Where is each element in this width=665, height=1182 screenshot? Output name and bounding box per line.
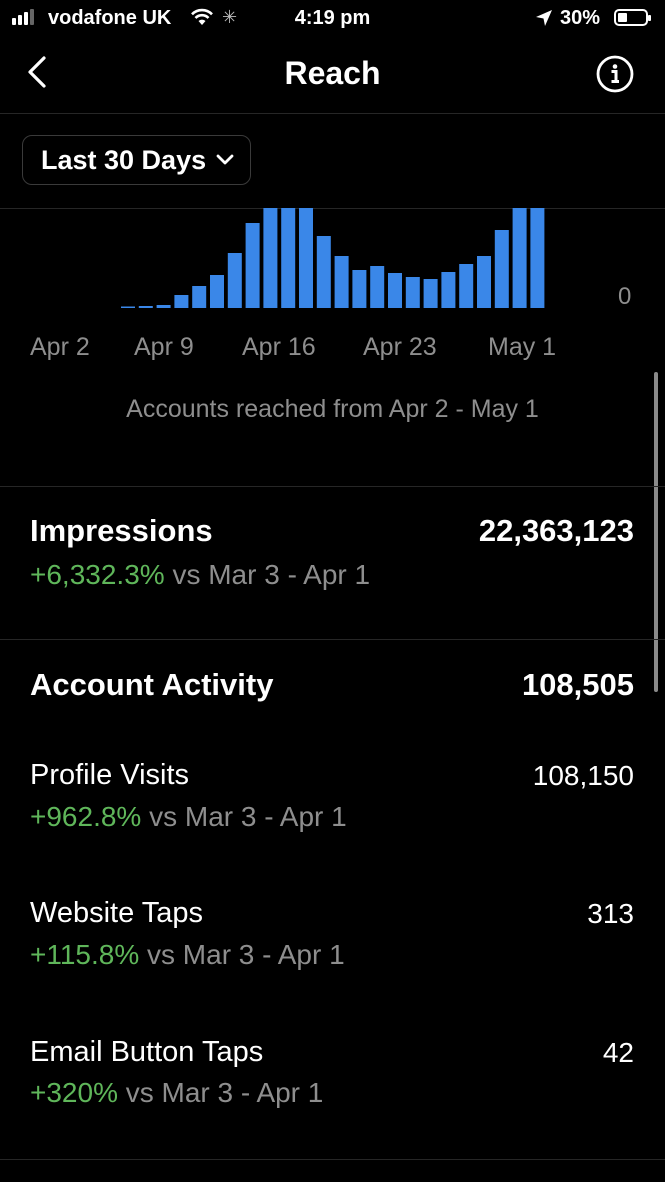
impressions-change: +6,332.3% vs Mar 3 - Apr 1 xyxy=(30,559,370,591)
filter-bar: Last 30 Days xyxy=(0,114,665,209)
section-divider xyxy=(0,639,665,640)
x-tick-label: Apr 23 xyxy=(363,333,437,361)
chart-bar xyxy=(121,306,135,308)
chart-bar xyxy=(477,256,491,308)
scrollbar[interactable] xyxy=(654,372,658,692)
chart-bar xyxy=(138,306,153,308)
location-arrow-icon xyxy=(536,10,552,26)
chart-bar xyxy=(334,256,349,308)
impressions-change-pct: +6,332.3% xyxy=(30,559,165,590)
date-range-label: Last 30 Days xyxy=(41,144,207,175)
info-icon[interactable] xyxy=(595,54,635,94)
chart-bar xyxy=(227,253,242,308)
change-pct: +320% xyxy=(30,1077,118,1108)
chart-bar xyxy=(210,275,224,308)
chart-bar xyxy=(156,305,171,308)
chart-bar xyxy=(459,264,474,308)
change-pct: +115.8% xyxy=(30,939,140,970)
chart-bar xyxy=(316,236,331,308)
website-taps-label: Website Taps xyxy=(30,897,204,929)
x-tick-label: Apr 9 xyxy=(134,333,194,361)
chart-bar xyxy=(352,270,367,308)
change-compare: vs Mar 3 - Apr 1 xyxy=(117,1077,324,1108)
account-activity-value: 108,505 xyxy=(521,667,634,702)
chart-bar xyxy=(423,279,438,308)
email-button-taps-label: Email Button Taps xyxy=(30,1036,264,1068)
battery-icon xyxy=(614,9,651,26)
chart-bar xyxy=(530,208,545,308)
section-divider xyxy=(0,486,665,487)
impressions-value: 22,363,123 xyxy=(478,513,634,548)
chart-bar xyxy=(245,223,260,308)
chart-bar xyxy=(388,273,402,308)
change-compare: vs Mar 3 - Apr 1 xyxy=(141,801,347,832)
email-button-taps-change: +320% vs Mar 3 - Apr 1 xyxy=(30,1077,323,1109)
chart-bar xyxy=(174,295,189,308)
chart-bar xyxy=(405,277,420,308)
chart-bar xyxy=(512,208,527,308)
chart-bar xyxy=(299,208,313,308)
reach-bar-chart xyxy=(121,208,545,308)
website-taps-value: 313 xyxy=(587,898,634,929)
x-tick-label: May 1 xyxy=(488,333,557,361)
chart-bar xyxy=(192,286,207,308)
section-divider xyxy=(0,1159,665,1160)
date-range-dropdown[interactable]: Last 30 Days xyxy=(22,135,252,185)
battery-percent: 30% xyxy=(560,7,601,29)
chart-bar xyxy=(441,272,456,308)
page-title: Reach xyxy=(284,55,381,91)
website-taps-change: +115.8% vs Mar 3 - Apr 1 xyxy=(30,939,345,971)
status-bar: vodafone UK ✳ 4:19 pm 30% xyxy=(0,0,665,38)
chart-bar xyxy=(370,266,385,308)
chart-bar xyxy=(263,208,278,308)
chart-bar xyxy=(281,208,296,308)
email-button-taps-value: 42 xyxy=(602,1037,634,1068)
chevron-down-icon xyxy=(216,154,234,165)
impressions-title: Impressions xyxy=(30,513,213,548)
y-zero-label: 0 xyxy=(618,283,632,310)
change-pct: +962.8% xyxy=(30,801,142,832)
chart-bar xyxy=(494,230,509,308)
x-tick-label: Apr 16 xyxy=(242,333,316,361)
impressions-compare: vs Mar 3 - Apr 1 xyxy=(164,559,371,590)
chart-caption: Accounts reached from Apr 2 - May 1 xyxy=(126,395,539,423)
profile-visits-label: Profile Visits xyxy=(30,759,190,791)
account-activity-title: Account Activity xyxy=(30,667,274,702)
change-compare: vs Mar 3 - Apr 1 xyxy=(139,939,345,970)
profile-visits-value: 108,150 xyxy=(532,760,634,791)
x-tick-label: Apr 2 xyxy=(30,333,90,361)
nav-header: Reach xyxy=(0,38,665,114)
profile-visits-change: +962.8% vs Mar 3 - Apr 1 xyxy=(30,801,347,833)
